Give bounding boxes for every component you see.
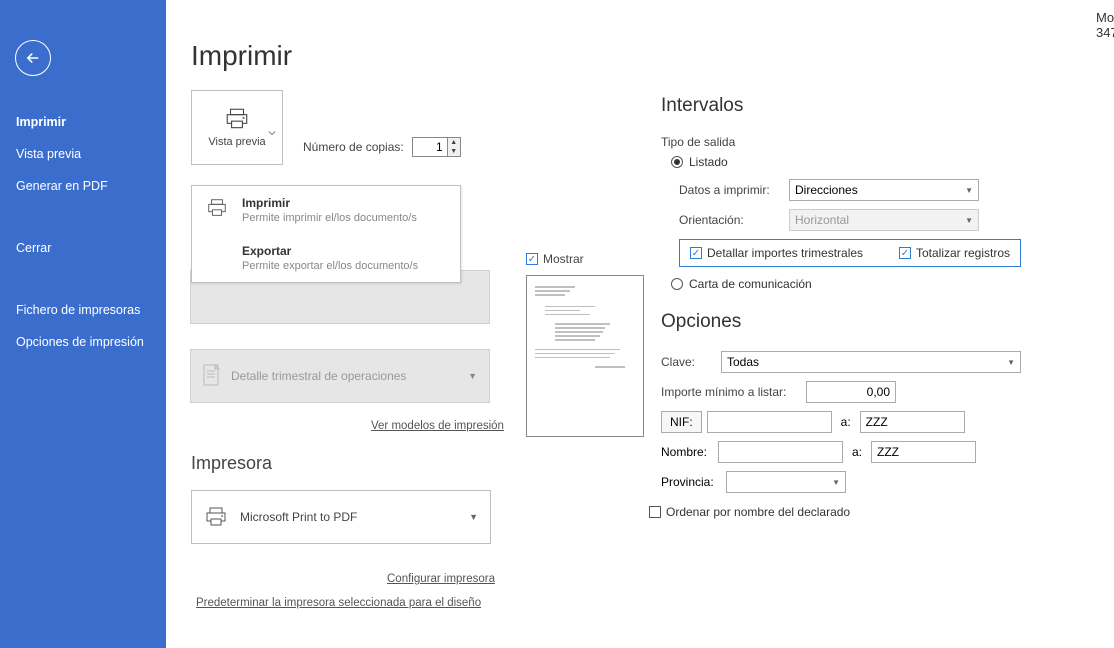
checkbox-highlight-box: ✓Detallar importes trimestrales ✓Totaliz… bbox=[679, 239, 1021, 267]
printer-icon bbox=[204, 506, 228, 528]
printer-icon bbox=[224, 108, 250, 130]
clave-label: Clave: bbox=[661, 355, 721, 369]
nif-button[interactable]: NIF: bbox=[661, 411, 702, 433]
importe-input[interactable] bbox=[806, 381, 896, 403]
nav-fichero-impresoras[interactable]: Fichero de impresoras bbox=[0, 294, 166, 326]
main-area: Modelo 347 Imprimir Vista previa Número … bbox=[166, 0, 1114, 648]
datos-imprimir-value: Direcciones bbox=[795, 183, 858, 197]
document-icon bbox=[203, 364, 221, 389]
clave-select[interactable]: Todas▼ bbox=[721, 351, 1021, 373]
mostrar-label: Mostrar bbox=[543, 252, 584, 266]
export-icon bbox=[204, 244, 230, 272]
radio-listado-label: Listado bbox=[689, 155, 728, 169]
radio-carta-label: Carta de comunicación bbox=[689, 277, 812, 291]
detallar-checkbox[interactable]: ✓Detallar importes trimestrales bbox=[690, 246, 863, 260]
provincia-select[interactable]: ▼ bbox=[726, 471, 846, 493]
detallar-label: Detallar importes trimestrales bbox=[707, 246, 863, 260]
totalizar-label: Totalizar registros bbox=[916, 246, 1010, 260]
totalizar-checkbox[interactable]: ✓Totalizar registros bbox=[899, 246, 1010, 260]
vista-previa-button[interactable]: Vista previa bbox=[191, 90, 283, 165]
nav-imprimir[interactable]: Imprimir bbox=[0, 106, 166, 138]
detail-trimestral-box[interactable]: Detalle trimestral de operaciones ▼ bbox=[190, 349, 490, 403]
vista-previa-menu: Imprimir Permite imprimir el/los documen… bbox=[191, 185, 461, 283]
importe-label: Importe mínimo a listar: bbox=[661, 385, 806, 399]
preview-thumbnail[interactable] bbox=[526, 275, 644, 437]
page-title: Imprimir bbox=[191, 40, 1114, 72]
ordenar-checkbox[interactable]: Ordenar por nombre del declarado bbox=[649, 505, 1021, 519]
nav-cerrar[interactable]: Cerrar bbox=[0, 232, 166, 264]
copies-spinner[interactable]: ▲ ▼ bbox=[412, 137, 461, 157]
tipo-salida-label: Tipo de salida bbox=[661, 135, 1021, 149]
radio-listado[interactable] bbox=[671, 156, 683, 168]
spinner-down[interactable]: ▼ bbox=[448, 147, 460, 156]
spinner-up[interactable]: ▲ bbox=[448, 138, 460, 147]
menu-imprimir-title: Imprimir bbox=[242, 196, 417, 210]
nombre-to-input[interactable] bbox=[871, 441, 976, 463]
orientacion-label: Orientación: bbox=[679, 213, 789, 227]
chevron-down-icon: ▼ bbox=[469, 512, 478, 522]
nif-to-input[interactable] bbox=[860, 411, 965, 433]
vista-previa-label: Vista previa bbox=[208, 136, 265, 148]
nombre-label: Nombre: bbox=[661, 445, 713, 459]
predeterminar-link[interactable]: Predeterminar la impresora seleccionada … bbox=[196, 597, 481, 609]
radio-carta[interactable] bbox=[671, 278, 683, 290]
nombre-from-input[interactable] bbox=[718, 441, 843, 463]
nav-vista-previa[interactable]: Vista previa bbox=[0, 138, 166, 170]
impresora-heading: Impresora bbox=[191, 453, 272, 474]
menu-exportar-desc: Permite exportar el/los documento/s bbox=[242, 260, 418, 272]
printer-icon bbox=[204, 196, 230, 224]
configurar-impresora-link[interactable]: Configurar impresora bbox=[387, 573, 495, 585]
sidebar: Imprimir Vista previa Generar en PDF Cer… bbox=[0, 0, 166, 648]
nif-from-input[interactable] bbox=[707, 411, 832, 433]
header-title: Modelo 347 bbox=[1096, 10, 1114, 40]
back-button[interactable] bbox=[15, 40, 51, 76]
a-label-1: a: bbox=[837, 415, 855, 429]
copies-input[interactable] bbox=[413, 138, 447, 156]
nav-generar-pdf[interactable]: Generar en PDF bbox=[0, 170, 166, 202]
orientacion-value: Horizontal bbox=[795, 213, 849, 227]
printer-select[interactable]: Microsoft Print to PDF ▼ bbox=[191, 490, 491, 544]
a-label-2: a: bbox=[848, 445, 866, 459]
menu-exportar[interactable]: Exportar Permite exportar el/los documen… bbox=[192, 234, 460, 282]
opciones-heading: Opciones bbox=[661, 311, 1021, 333]
mostrar-checkbox[interactable]: ✓ bbox=[526, 253, 538, 265]
datos-imprimir-select[interactable]: Direcciones▼ bbox=[789, 179, 979, 201]
provincia-label: Provincia: bbox=[661, 475, 721, 489]
menu-imprimir[interactable]: Imprimir Permite imprimir el/los documen… bbox=[192, 186, 460, 234]
menu-exportar-title: Exportar bbox=[242, 244, 418, 258]
detail-label: Detalle trimestral de operaciones bbox=[231, 369, 406, 383]
orientacion-select: Horizontal▼ bbox=[789, 209, 979, 231]
datos-imprimir-label: Datos a imprimir: bbox=[679, 183, 789, 197]
intervalos-heading: Intervalos bbox=[661, 95, 1021, 117]
dropdown-icon[interactable] bbox=[268, 124, 276, 132]
chevron-down-icon: ▼ bbox=[468, 371, 477, 381]
menu-imprimir-desc: Permite imprimir el/los documento/s bbox=[242, 212, 417, 224]
nav-opciones-impresion[interactable]: Opciones de impresión bbox=[0, 326, 166, 358]
ver-modelos-link[interactable]: Ver modelos de impresión bbox=[371, 420, 504, 432]
right-panel: Intervalos Tipo de salida Listado Datos … bbox=[661, 95, 1021, 519]
printer-name: Microsoft Print to PDF bbox=[240, 510, 357, 524]
clave-value: Todas bbox=[727, 355, 759, 369]
ordenar-label: Ordenar por nombre del declarado bbox=[666, 505, 850, 519]
copies-label: Número de copias: bbox=[303, 140, 404, 154]
